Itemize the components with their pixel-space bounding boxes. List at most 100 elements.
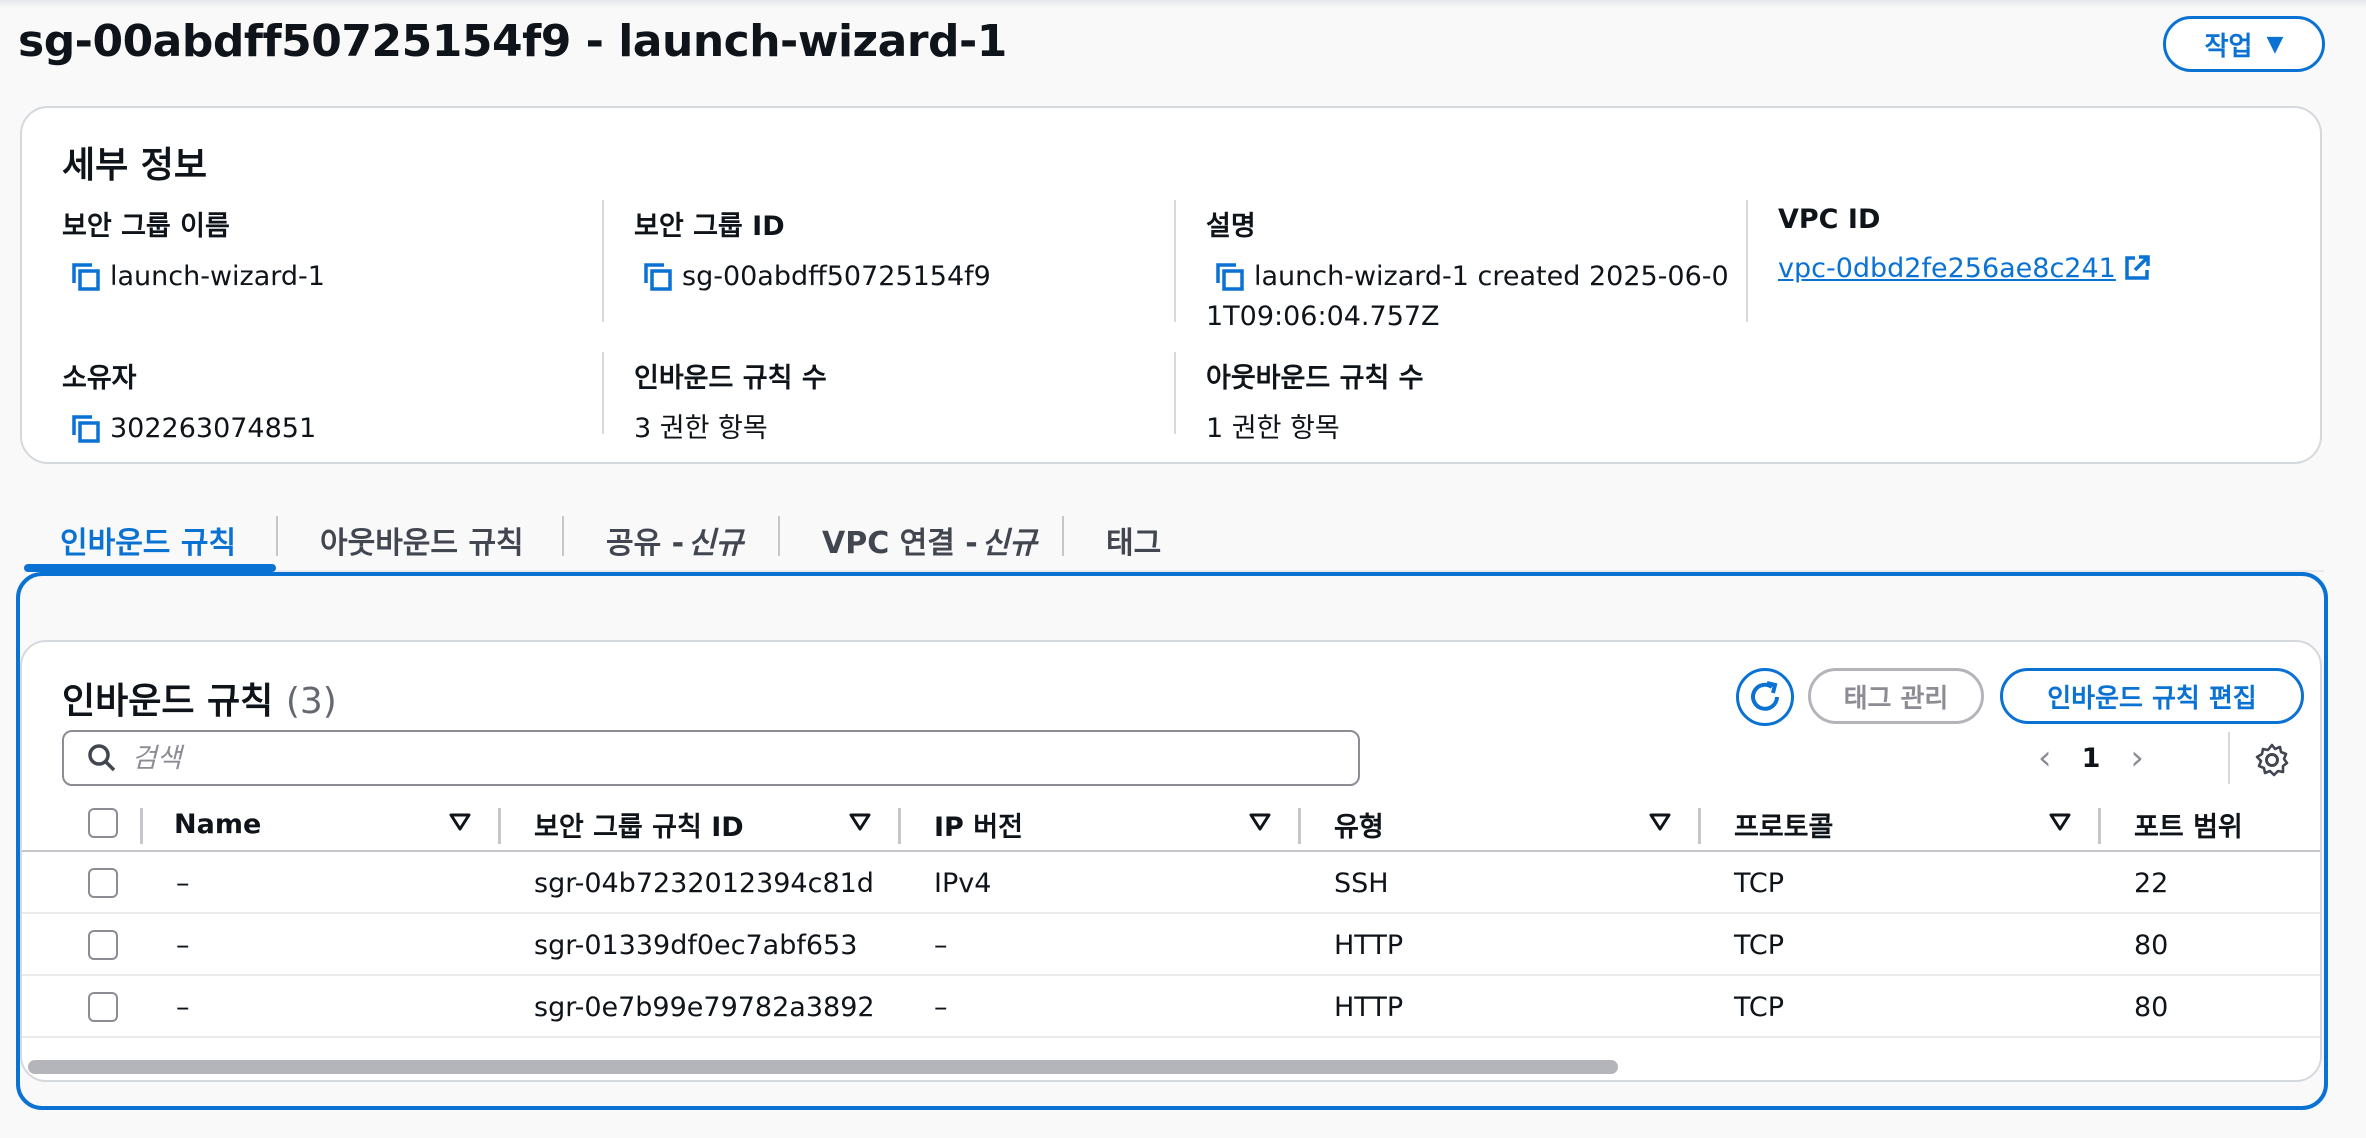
cell-type: HTTP [1334,929,1404,961]
cell-rule-id: sgr-0e7b99e79782a3892 [534,991,875,1023]
tab-tags[interactable]: 태그 [1106,508,1161,572]
table-row[interactable]: – sgr-01339df0ec7abf653 – HTTP TCP 80 [22,914,2320,976]
divider [602,352,604,434]
cell-name: – [176,867,190,899]
search-icon [88,744,116,772]
cell-rule-id: sgr-04b7232012394c81d [534,867,874,899]
tab-divider [276,516,278,556]
sort-icon[interactable] [2048,810,2072,834]
table-header: Name 보안 그룹 규칙 ID IP 버전 유형 프로토콜 포트 범위 [22,794,2320,852]
chevron-left-icon[interactable]: ‹ [2038,738,2052,778]
row-checkbox[interactable] [88,868,118,898]
copy-icon[interactable] [640,259,674,293]
sort-icon[interactable] [448,810,472,834]
select-all-checkbox[interactable] [88,808,118,838]
cell-protocol: TCP [1734,991,1785,1023]
cell-port-range: 80 [2134,929,2169,961]
column-header-port-range[interactable]: 포트 범위 [2134,804,2243,844]
cell-ip-version: – [934,929,948,961]
cell-port-range: 80 [2134,991,2169,1023]
edit-inbound-rules-button[interactable]: 인바운드 규칙 편집 [2000,668,2304,724]
copy-icon[interactable] [68,259,102,293]
page-title: sg-00abdff50725154f9 - launch-wizard-1 [18,16,1007,67]
tab-divider [1062,516,1064,556]
inbound-count-field: 인바운드 규칙 수 3 권한 항목 [634,356,1174,449]
tab-divider [778,516,780,556]
column-header-protocol[interactable]: 프로토콜 [1734,804,1833,844]
details-title: 세부 정보 [62,145,208,186]
cell-ip-version: – [934,991,948,1023]
owner-value: 302263074851 [110,413,317,444]
sort-icon[interactable] [1248,810,1272,834]
pagination: ‹ 1 › [2038,734,2144,782]
description-label: 설명 [1206,211,1256,242]
group-name-value: launch-wizard-1 [110,261,325,292]
inbound-count-value: 3 권한 항목 [634,413,768,444]
group-name-label: 보안 그룹 이름 [62,211,230,242]
row-checkbox[interactable] [88,930,118,960]
divider [1746,200,1748,322]
outbound-count-value: 1 권한 항목 [1206,413,1340,444]
cell-protocol: TCP [1734,867,1785,899]
column-header-name[interactable]: Name [174,804,261,844]
description-value-line2: 1T09:06:04.757Z [1206,301,1440,332]
vpc-id-label: VPC ID [1778,204,1881,235]
tab-divider [562,516,564,556]
cell-name: – [176,991,190,1023]
actions-button[interactable]: 작업 ▼ [2163,16,2325,72]
cell-port-range: 22 [2134,867,2169,899]
group-id-field: 보안 그룹 ID sg-00abdff50725154f9 [634,204,1174,297]
divider [1174,200,1176,322]
description-field: 설명 launch-wizard-1 created 2025-06-0 1T0… [1206,204,1746,337]
cell-type: HTTP [1334,991,1404,1023]
current-page[interactable]: 1 [2082,743,2101,774]
divider [1174,352,1176,434]
owner-label: 소유자 [62,363,137,394]
top-shadow [0,0,2366,8]
copy-icon[interactable] [1212,259,1246,293]
actions-label: 작업 [2204,31,2253,62]
pager-divider [2228,732,2230,784]
group-name-field: 보안 그룹 이름 launch-wizard-1 [62,204,602,297]
vpc-id-link[interactable]: vpc-0dbd2fe256ae8c241 [1778,249,2152,289]
table-row[interactable]: – sgr-04b7232012394c81d IPv4 SSH TCP 22 [22,852,2320,914]
outbound-count-field: 아웃바운드 규칙 수 1 권한 항목 [1206,356,1746,449]
cell-rule-id: sgr-01339df0ec7abf653 [534,929,858,961]
copy-icon[interactable] [68,411,102,445]
details-card: 세부 정보 보안 그룹 이름 launch-wizard-1 보안 그룹 ID … [20,106,2322,464]
row-checkbox[interactable] [88,992,118,1022]
cell-ip-version: IPv4 [934,867,992,899]
rules-title: 인바운드 규칙 (3) [62,681,337,722]
tab-sharing[interactable]: 공유 - 신규 [606,508,743,572]
divider [602,200,604,322]
column-header-ip-version[interactable]: IP 버전 [934,804,1023,844]
active-tab-indicator [24,564,276,572]
group-id-label: 보안 그룹 ID [634,211,785,242]
cell-protocol: TCP [1734,929,1785,961]
tab-inbound-rules[interactable]: 인바운드 규칙 [60,508,236,572]
inbound-rules-card: 인바운드 규칙 (3) 태그 관리 인바운드 규칙 편집 ‹ 1 › Name … [20,640,2322,1082]
gear-icon[interactable] [2254,742,2290,778]
search-box[interactable] [62,730,1360,786]
rules-count: (3) [285,681,337,722]
refresh-button[interactable] [1736,668,1794,726]
table-row[interactable]: – sgr-0e7b99e79782a3892 – HTTP TCP 80 [22,976,2320,1038]
horizontal-scrollbar[interactable] [28,1060,1618,1074]
description-value-line1: launch-wizard-1 created 2025-06-0 [1254,261,1729,292]
tab-outbound-rules[interactable]: 아웃바운드 규칙 [320,508,524,572]
cell-name: – [176,929,190,961]
owner-field: 소유자 302263074851 [62,356,602,449]
caret-down-icon: ▼ [2266,31,2284,57]
tab-vpc-associations[interactable]: VPC 연결 - 신규 [822,508,1037,572]
manage-tags-button[interactable]: 태그 관리 [1808,668,1984,724]
cell-type: SSH [1334,867,1389,899]
column-header-type[interactable]: 유형 [1334,804,1384,844]
sort-icon[interactable] [1648,810,1672,834]
outbound-count-label: 아웃바운드 규칙 수 [1206,363,1424,394]
sort-icon[interactable] [848,810,872,834]
chevron-right-icon[interactable]: › [2130,738,2144,778]
column-header-rule-id[interactable]: 보안 그룹 규칙 ID [534,804,744,844]
refresh-icon [1751,681,1779,711]
search-input[interactable] [132,742,1358,774]
group-id-value: sg-00abdff50725154f9 [682,261,991,292]
